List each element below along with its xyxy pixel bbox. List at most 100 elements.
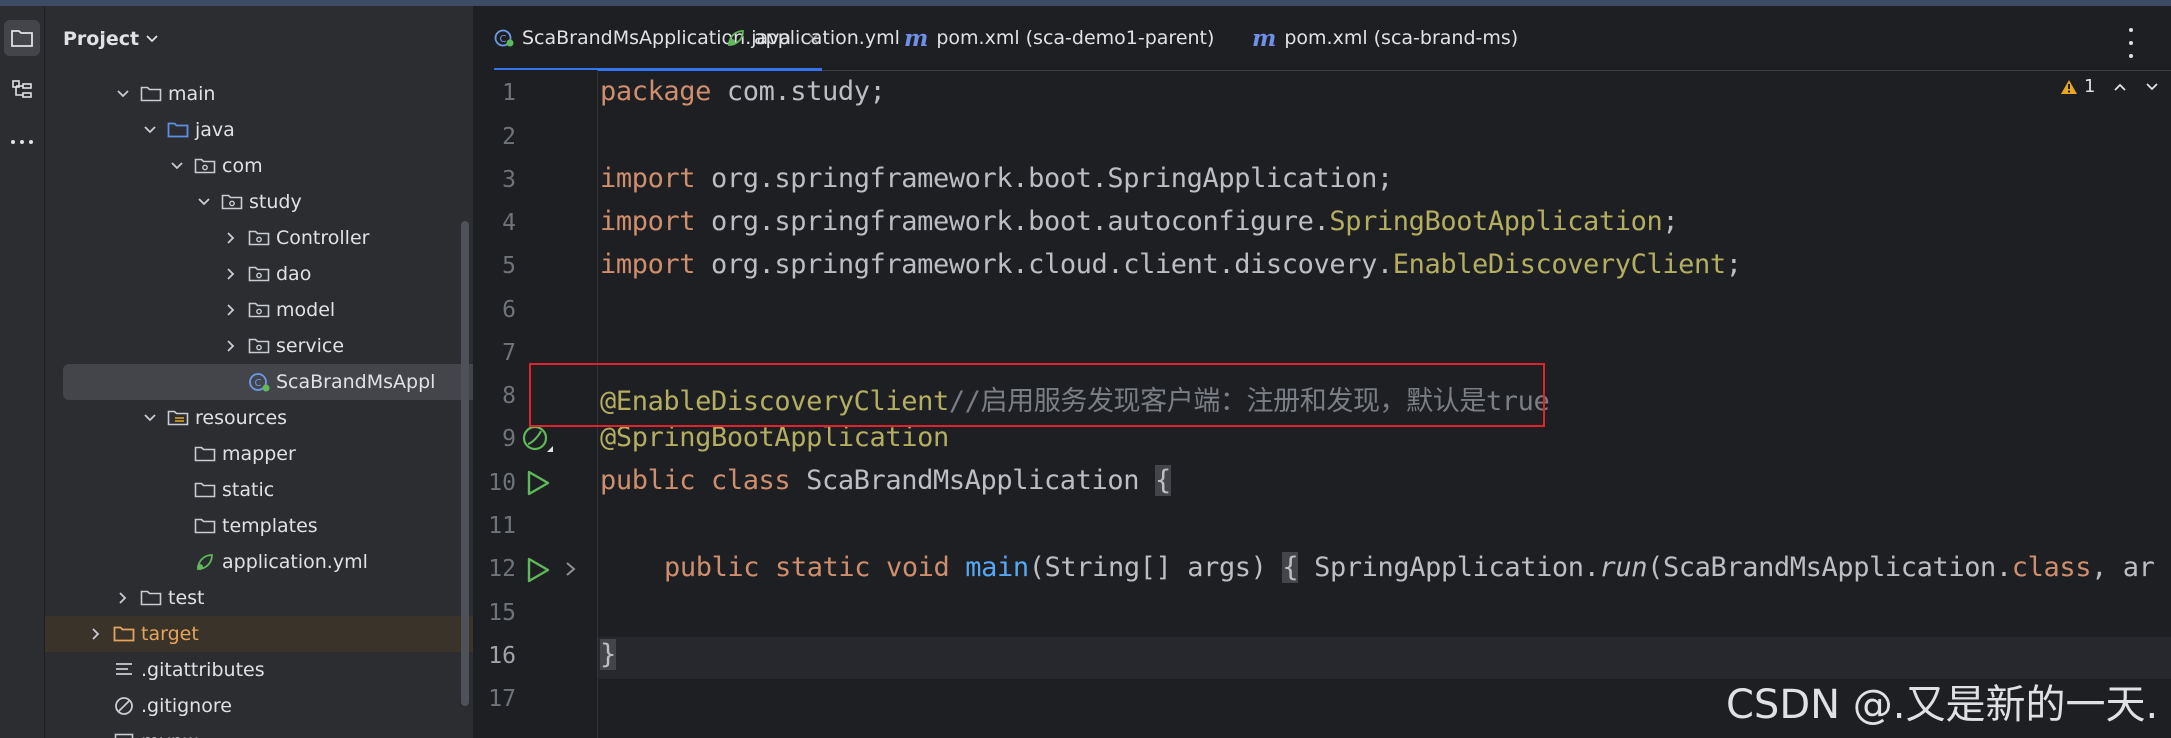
tab-actions-menu-button[interactable]	[2120, 28, 2142, 58]
source-folder-icon	[167, 120, 189, 140]
tree-item[interactable]: study	[45, 184, 473, 220]
fold-chevron-right-icon[interactable]	[564, 560, 578, 578]
line-number: 5	[502, 253, 516, 279]
tree-item[interactable]: mapper	[45, 436, 473, 472]
folder-icon	[140, 588, 162, 608]
code-line-5[interactable]: import org.springframework.cloud.client.…	[600, 249, 1742, 280]
warning-count: 1	[2084, 76, 2096, 97]
folder-icon	[194, 480, 216, 500]
spring-bean-gutter-icon[interactable]	[521, 424, 555, 456]
tree-item[interactable]: test	[45, 580, 473, 616]
chevron-right-icon[interactable]	[87, 625, 105, 643]
tree-item[interactable]: java	[45, 112, 473, 148]
svg-text:C: C	[500, 34, 507, 45]
code-line-16[interactable]: }	[600, 639, 616, 670]
tree-item[interactable]: Controller	[45, 220, 473, 256]
tree-item[interactable]: target	[45, 616, 473, 652]
tab-pom-xml-parent[interactable]: m pom.xml (sca-demo1-parent)	[904, 6, 1214, 70]
tree-item[interactable]: .gitignore	[45, 688, 473, 724]
run-icon[interactable]	[524, 556, 552, 584]
tree-item[interactable]: application.yml	[45, 544, 473, 580]
code-line-4[interactable]: import org.springframework.boot.autoconf…	[600, 206, 1679, 237]
tab-label: pom.xml (sca-brand-ms)	[1284, 27, 1519, 49]
watermark: CSDN @.又是新的一天.	[1726, 682, 2159, 728]
tree-item-label: ScaBrandMsAppl	[276, 371, 436, 393]
chevron-right-icon[interactable]	[222, 265, 240, 283]
tree-item[interactable]: resources	[45, 400, 473, 436]
chevron-right-icon[interactable]	[222, 301, 240, 319]
project-scrollbar[interactable]	[461, 221, 469, 706]
tree-item[interactable]: model	[45, 292, 473, 328]
project-panel-header[interactable]: Project	[63, 28, 159, 50]
chevron-up-icon[interactable]	[2113, 82, 2127, 92]
line-number: 8	[502, 383, 516, 409]
folder-icon	[11, 30, 33, 47]
line-number-current: 16	[488, 643, 516, 669]
spring-class-icon: C	[248, 372, 270, 392]
text-file-icon	[113, 660, 135, 680]
more-dots-icon	[11, 140, 33, 144]
tree-item[interactable]: com	[45, 148, 473, 184]
tree-item[interactable]: main	[45, 76, 473, 112]
tree-item[interactable]: static	[45, 472, 473, 508]
ignore-file-icon	[113, 696, 135, 716]
structure-tool-button[interactable]	[4, 72, 40, 108]
tree-item-label: templates	[222, 515, 318, 537]
tool-window-strip	[0, 6, 45, 738]
chevron-down-icon	[146, 35, 158, 43]
resources-folder-icon	[167, 408, 189, 428]
more-tools-button[interactable]	[4, 124, 40, 160]
structure-icon	[12, 80, 32, 98]
chevron-down-icon[interactable]	[2145, 82, 2159, 92]
code-line-10[interactable]: public class ScaBrandMsApplication {	[600, 465, 1171, 496]
tab-application-yml[interactable]: application.yml	[726, 6, 900, 70]
script-file-icon	[113, 732, 135, 738]
folder-icon	[194, 516, 216, 536]
package-icon	[248, 264, 270, 284]
code-line-1[interactable]: package com.study;	[600, 76, 886, 107]
tree-item[interactable]: mvnw	[45, 724, 473, 738]
line-number: 4	[502, 210, 516, 236]
tree-item-label: com	[222, 155, 263, 177]
tree-item[interactable]: C ScaBrandMsAppl	[63, 364, 473, 400]
tree-item-label: mvnw	[141, 731, 198, 738]
chevron-right-icon[interactable]	[222, 229, 240, 247]
run-icon[interactable]	[524, 469, 552, 497]
chevron-down-icon[interactable]	[141, 409, 159, 427]
line-number: 12	[488, 556, 516, 582]
tree-item-label: model	[276, 299, 336, 321]
code-line-12[interactable]: public static void main(String[] args) {…	[664, 552, 2155, 583]
project-tool-button[interactable]	[4, 20, 40, 56]
yml-icon	[726, 28, 746, 48]
chevron-down-icon[interactable]	[141, 121, 159, 139]
excluded-folder-icon	[113, 624, 135, 644]
tab-pom-xml-brand-ms[interactable]: m pom.xml (sca-brand-ms)	[1252, 6, 1518, 70]
tree-item-label: test	[168, 587, 205, 609]
chevron-down-icon[interactable]	[168, 157, 186, 175]
tree-item[interactable]: service	[45, 328, 473, 364]
chevron-down-icon[interactable]	[195, 193, 213, 211]
tree-item-label: static	[222, 479, 275, 501]
chevron-down-icon[interactable]	[114, 85, 132, 103]
line-number: 15	[488, 600, 516, 626]
line-number: 1	[502, 80, 516, 106]
code-line-3[interactable]: import org.springframework.boot.SpringAp…	[600, 163, 1393, 194]
chevron-right-icon[interactable]	[114, 589, 132, 607]
tree-item[interactable]: .gitattributes	[45, 652, 473, 688]
chevron-right-icon[interactable]	[222, 337, 240, 355]
line-number: 7	[502, 340, 516, 366]
annotation-highlight-box	[529, 363, 1545, 427]
svg-text:C: C	[255, 378, 262, 389]
tree-item[interactable]: templates	[45, 508, 473, 544]
tree-item[interactable]: dao	[45, 256, 473, 292]
inspection-widget[interactable]: 1	[2060, 76, 2159, 97]
tree-item-label: service	[276, 335, 345, 357]
folder-icon	[140, 84, 162, 104]
tree-item-label: Controller	[276, 227, 370, 249]
tab-label: pom.xml (sca-demo1-parent)	[936, 27, 1215, 49]
tree-item-label: dao	[276, 263, 312, 285]
